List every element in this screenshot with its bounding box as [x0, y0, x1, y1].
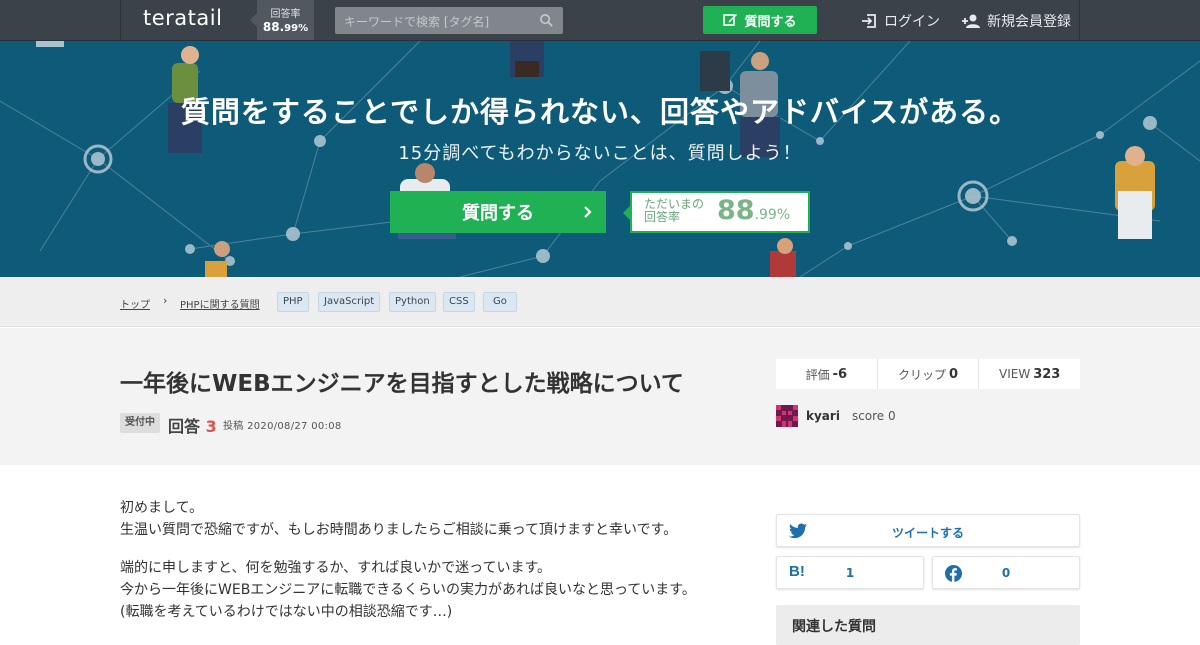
hero-answer-rate: ただいまの 回答率 88.99%	[623, 191, 810, 233]
answer-rate-value: 88.99%	[262, 20, 309, 34]
breadcrumb-top-link[interactable]: トップ	[120, 296, 150, 311]
hero-ask-button[interactable]: 質問する	[390, 191, 606, 233]
search-input[interactable]: キーワードで検索 [タグ名]	[335, 7, 563, 34]
header-divider	[120, 0, 121, 40]
author-name[interactable]: kyari	[806, 409, 840, 423]
login-icon	[862, 14, 876, 28]
edit-icon	[723, 14, 738, 26]
answer-rate-label: 回答率	[270, 9, 301, 20]
hatena-bookmark-button[interactable]: B! 1	[776, 556, 924, 589]
related-questions-title: 関連した質問	[792, 619, 876, 635]
search-icon[interactable]	[539, 13, 554, 28]
tag-javascript[interactable]: JavaScript	[318, 292, 381, 312]
posted-date: 投稿 2020/08/27 00:08	[223, 421, 342, 432]
breadcrumb-separator: ›	[163, 294, 168, 307]
question-header: 一年後にWEBエンジニアを目指すとした戦略について 受付中 回答 3 投稿 20…	[0, 328, 1200, 465]
breadcrumb-category-link[interactable]: PHPに関する質問	[180, 296, 260, 311]
hero-title: 質問をすることでしか得られない、回答やアドバイスがある。	[180, 95, 1020, 129]
rating-stat: 評価 -6	[776, 359, 878, 389]
related-questions-panel: 関連した質問	[776, 605, 1080, 645]
body-paragraph: 初めまして。 生温い質問で恐縮ですが、もしお時間ありましたらご相談に乗って頂けます…	[120, 500, 678, 538]
add-user-icon	[962, 14, 980, 28]
search-placeholder: キーワードで検索 [タグ名]	[344, 15, 490, 29]
avatar[interactable]	[776, 405, 798, 427]
tag-php[interactable]: PHP	[277, 292, 309, 312]
ask-question-button[interactable]: 質問する	[703, 6, 817, 34]
header-divider	[1079, 0, 1080, 40]
question-title: 一年後にWEBエンジニアを目指すとした戦略について	[120, 371, 684, 397]
hatena-count: 1	[845, 566, 855, 580]
hero-subtitle: 15分調べてもわからないことは、質問しよう！	[398, 143, 802, 164]
question-author: kyari score 0	[776, 405, 896, 427]
view-stat: VIEW 323	[999, 366, 1061, 382]
status-badge: 受付中	[120, 413, 160, 433]
signup-link[interactable]: 新規会員登録	[962, 11, 1071, 31]
tag-go[interactable]: Go	[483, 292, 517, 312]
top-header: teratail 回答率 88.99% キーワードで検索 [タグ名] 質問する …	[0, 0, 1200, 41]
hero-rate-value: 88.99%	[717, 195, 791, 226]
answer-count[interactable]: 回答 3	[168, 413, 217, 437]
facebook-share-button[interactable]: 0	[932, 556, 1080, 589]
tag-python[interactable]: Python	[389, 292, 436, 312]
ask-question-label: 質問する	[744, 14, 797, 30]
hero-banner: 質問をすることでしか得られない、回答やアドバイスがある。 15分調べてもわからな…	[0, 41, 1200, 277]
answer-rate-badge: 回答率 88.99%	[250, 0, 314, 40]
tweet-button[interactable]: ツイートする	[776, 514, 1080, 547]
login-link[interactable]: ログイン	[861, 11, 940, 31]
question-body: 初めまして。 生温い質問で恐縮ですが、もしお時間ありましたらご相談に乗って頂けます…	[120, 497, 740, 639]
chevron-right-icon	[584, 206, 592, 218]
tag-css[interactable]: CSS	[443, 292, 475, 312]
author-score: score 0	[851, 409, 896, 423]
hero-rate-label: ただいまの 回答率	[644, 197, 705, 224]
signup-label: 新規会員登録	[987, 14, 1071, 30]
clip-stat[interactable]: クリップ 0	[878, 359, 980, 389]
facebook-count: 0	[1001, 566, 1011, 580]
question-stats: 評価 -6 クリップ 0 VIEW 323	[776, 359, 1080, 389]
tweet-label: ツイートする	[891, 526, 964, 540]
hero-ask-label: 質問する	[462, 203, 534, 224]
teratail-logo[interactable]: teratail	[143, 6, 222, 30]
body-paragraph: 端的に申しますと、何を勉強するか、すれば良いかで迷っています。 今から一年後にWE…	[120, 560, 696, 620]
breadcrumb: トップ › PHPに関する質問 PHP JavaScript Python CS…	[0, 277, 1200, 327]
login-label: ログイン	[884, 14, 940, 30]
